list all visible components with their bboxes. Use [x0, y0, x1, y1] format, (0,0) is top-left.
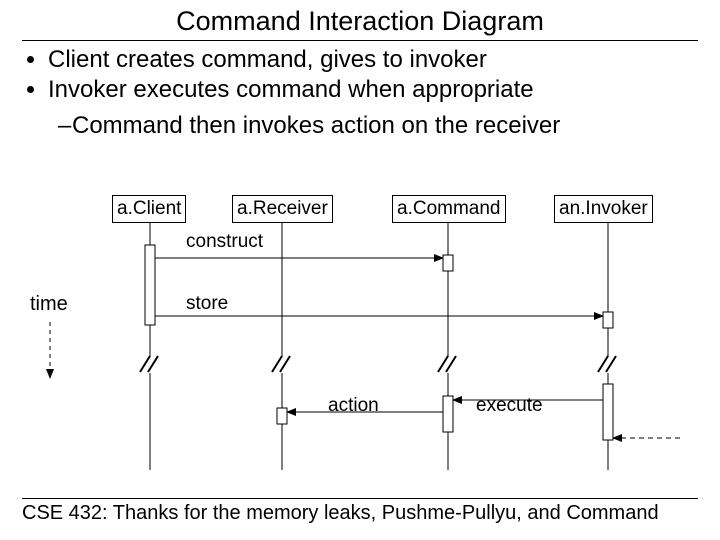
slide: Command Interaction Diagram Client creat… — [0, 0, 720, 540]
sequence-diagram — [0, 150, 720, 490]
bullet-2: Invoker executes command when appropriat… — [48, 76, 698, 104]
time-break-icon — [140, 356, 616, 372]
title-rule — [22, 40, 698, 41]
footer-rule — [22, 498, 698, 499]
slide-title: Command Interaction Diagram — [0, 6, 720, 37]
sub-bullet-text: Command then invokes action on the recei… — [72, 112, 560, 139]
sub-bullet: –Command then invokes action on the rece… — [58, 112, 560, 140]
bullet-1: Client creates command, gives to invoker — [48, 46, 698, 74]
footer-text: CSE 432: Thanks for the memory leaks, Pu… — [22, 502, 659, 525]
bullet-list: Client creates command, gives to invoker… — [22, 44, 698, 106]
